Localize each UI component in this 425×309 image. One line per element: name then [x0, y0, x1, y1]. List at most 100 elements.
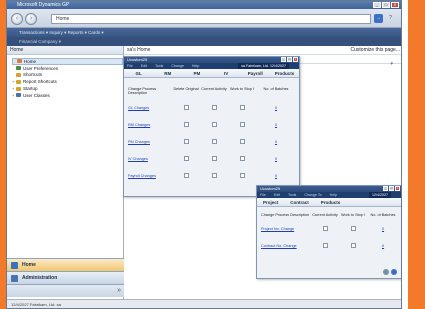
dialog-minimize-button[interactable]: _ [383, 186, 388, 191]
batch-count-link[interactable]: 0 [256, 106, 296, 110]
delete-checkbox[interactable] [183, 138, 189, 144]
workbar-home[interactable]: Home [7, 258, 124, 271]
tab-gl[interactable]: GL [124, 69, 153, 77]
work-checkbox[interactable] [350, 225, 356, 231]
menu-change-to[interactable]: Change To [304, 193, 321, 197]
batch-count-link[interactable]: 0 [256, 123, 296, 127]
work-checkbox[interactable] [239, 138, 245, 144]
dialog-maximize-button[interactable]: □ [287, 57, 292, 62]
nav-pane-title: Home [7, 46, 123, 55]
menu-tools[interactable]: Tools [155, 64, 163, 68]
nav-item-user-preferences[interactable]: User Preferences [12, 65, 123, 72]
change-link[interactable]: Contract No. Change [261, 244, 311, 248]
customize-link[interactable]: Customize this page... [351, 46, 400, 55]
table-row: Payroll Changes 0 [124, 167, 299, 184]
help-icon[interactable] [391, 269, 397, 275]
record-icon[interactable] [383, 269, 389, 275]
nav-item-label: User Preferences [23, 65, 59, 71]
tab-rm[interactable]: RM [153, 69, 182, 77]
tab-payroll[interactable]: Payroll [241, 69, 270, 77]
dialog-footer [383, 269, 397, 275]
batch-count-link[interactable]: 0 [256, 140, 296, 144]
work-checkbox[interactable] [350, 242, 356, 248]
col-work-header: Work to Stop I [230, 87, 254, 91]
delete-checkbox[interactable] [183, 155, 189, 161]
batch-count-link[interactable]: 0 [367, 244, 399, 248]
tab-pm[interactable]: PM [182, 69, 211, 77]
page-title: sa's Home [127, 47, 151, 53]
company-info: 12/4/2027 [369, 192, 391, 198]
dialog-maximize-button[interactable]: □ [389, 186, 394, 191]
address-field[interactable]: Home [51, 14, 371, 24]
dialog-close-button[interactable]: x [395, 186, 400, 191]
menu-change[interactable]: Change [171, 64, 184, 68]
dialog-title: Ucustom25 [260, 186, 281, 191]
module-tabs: Project Contract Products [257, 198, 401, 207]
change-link[interactable]: Payroll Changes [128, 174, 172, 178]
nav-item-startup[interactable]: + Startup [12, 85, 123, 92]
app-window: Microsoft Dynamics GP _ □ X ‹ › Home → ?… [6, 0, 402, 309]
batch-count-link[interactable]: 0 [256, 174, 296, 178]
menu-tools[interactable]: Tools [288, 193, 296, 197]
activity-checkbox[interactable] [211, 138, 217, 144]
nav-item-home[interactable]: Home [12, 58, 123, 65]
delete-checkbox[interactable] [183, 172, 189, 178]
nav-item-label: User Classes [23, 92, 50, 98]
menu-file[interactable]: File [260, 193, 266, 197]
activity-checkbox[interactable] [322, 242, 328, 248]
menu-help[interactable]: Help [330, 193, 337, 197]
menu-help[interactable]: Help [192, 64, 199, 68]
col-delete-header: Delete Original [173, 87, 199, 91]
tab-iv[interactable]: IV [212, 69, 241, 77]
activity-checkbox[interactable] [211, 121, 217, 127]
batch-count-link[interactable]: 0 [367, 227, 399, 231]
maximize-button[interactable]: □ [382, 2, 390, 8]
nav-item-shortcuts[interactable]: Shortcuts [12, 72, 123, 79]
work-checkbox[interactable] [239, 172, 245, 178]
nav-item-label: Shortcuts [23, 72, 43, 78]
work-checkbox[interactable] [239, 104, 245, 110]
nav-item-report-shortcuts[interactable]: + Report Shortcuts [12, 78, 123, 85]
close-button[interactable]: X [391, 2, 399, 8]
workbar-label: Home [22, 262, 36, 268]
activity-checkbox[interactable] [211, 155, 217, 161]
command-bar[interactable]: Transactions ▾ Inquiry ▾ Reports ▾ Cards… [7, 28, 401, 37]
nav-item-label: Report Shortcuts [23, 79, 57, 85]
batch-count-link[interactable]: 0 [256, 157, 296, 161]
help-icon[interactable]: ? [386, 14, 395, 23]
forward-icon[interactable]: › [25, 13, 37, 25]
menu-edit[interactable]: Edit [141, 64, 147, 68]
tab-products[interactable]: Products [270, 69, 299, 77]
delete-checkbox[interactable] [183, 121, 189, 127]
menu-edit[interactable]: Edit [274, 193, 280, 197]
change-link[interactable]: RM Changes [128, 123, 172, 127]
activity-checkbox[interactable] [211, 172, 217, 178]
minimize-button[interactable]: _ [373, 2, 381, 8]
nav-pane-collapse[interactable]: » [7, 284, 124, 297]
dialog-minimize-button[interactable]: _ [281, 57, 286, 62]
delete-checkbox[interactable] [183, 104, 189, 110]
tab-project[interactable]: Project [257, 198, 284, 206]
dialog-close-button[interactable]: x [293, 57, 298, 62]
back-icon[interactable]: ‹ [11, 13, 23, 25]
change-link[interactable]: IV Changes [128, 157, 172, 161]
nav-item-user-classes[interactable]: + User Classes [12, 92, 123, 99]
command-bar-secondary[interactable]: Financial Company ▾ [7, 37, 401, 46]
go-icon[interactable]: → [374, 14, 383, 23]
tab-contract[interactable]: Contract [284, 198, 315, 206]
work-checkbox[interactable] [239, 155, 245, 161]
administration-icon [11, 274, 18, 282]
workbar-administration[interactable]: Administration [7, 271, 124, 284]
change-link[interactable]: PM Changes [128, 140, 172, 144]
change-link[interactable]: GL Changes [128, 106, 172, 110]
col-description-header: Change Process Description [128, 87, 157, 95]
activity-checkbox[interactable] [211, 104, 217, 110]
chevron-down-icon[interactable]: ▾ [390, 61, 393, 67]
grid-body: Project No. Change 0 Contract No. Change… [257, 220, 401, 254]
work-checkbox[interactable] [239, 121, 245, 127]
company-info: sa Fabrikam, Ltd. 12/4/2027 [238, 63, 289, 69]
change-link[interactable]: Project No. Change [261, 227, 311, 231]
activity-checkbox[interactable] [322, 225, 328, 231]
tab-products[interactable]: Products [315, 198, 347, 206]
menu-file[interactable]: File [127, 64, 133, 68]
